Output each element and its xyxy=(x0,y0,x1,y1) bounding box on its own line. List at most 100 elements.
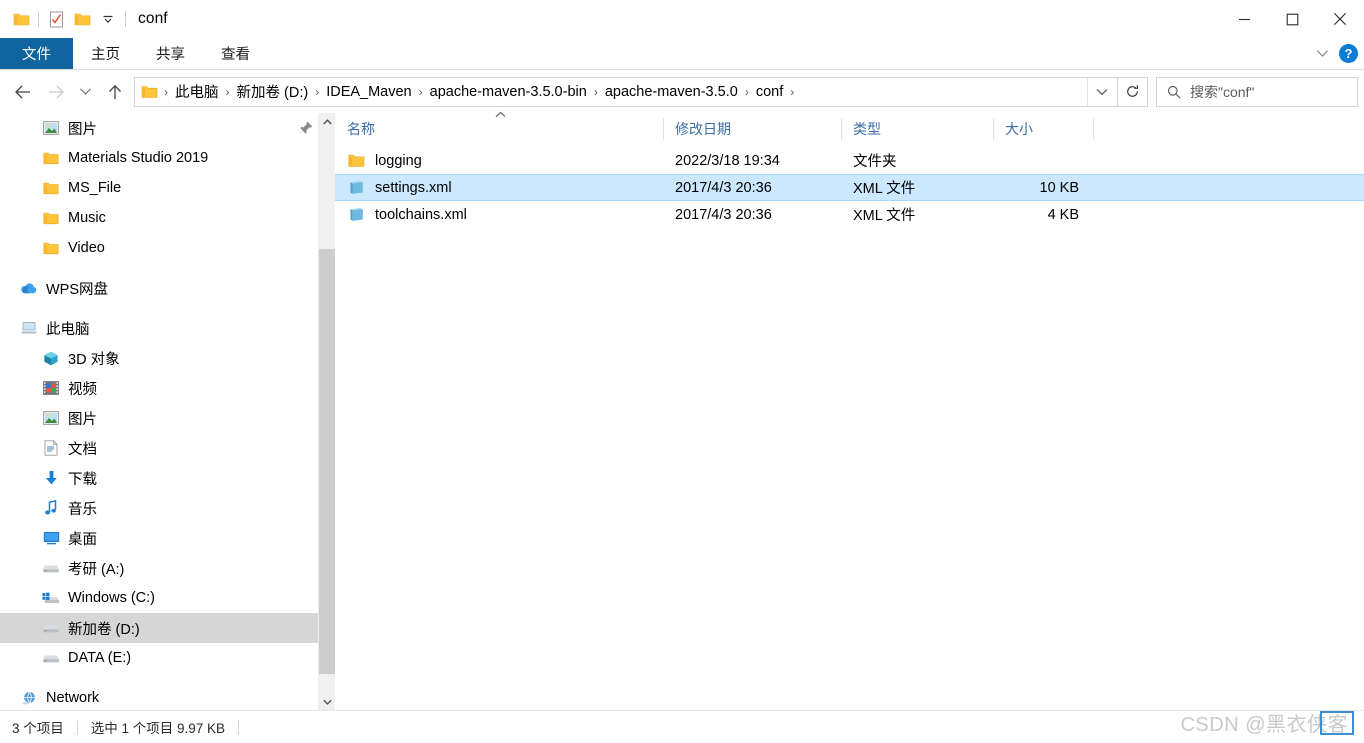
sidebar-item-desktop[interactable]: 桌面 xyxy=(0,523,335,553)
sidebar-item-drive-d[interactable]: 新加卷 (D:) xyxy=(0,613,335,643)
address-folder-icon xyxy=(141,84,158,99)
sidebar-item-network[interactable]: Network xyxy=(0,683,335,710)
windows-drive-icon xyxy=(42,589,60,607)
sidebar-item-wps-cloud[interactable]: WPS网盘 xyxy=(0,273,335,303)
nav-group-spacer-3 xyxy=(0,673,335,683)
scroll-down-arrow-icon[interactable] xyxy=(319,693,335,710)
cell-size: 4 KB xyxy=(1047,206,1079,223)
close-button[interactable] xyxy=(1316,0,1364,38)
sidebar-item-drive-a[interactable]: 考研 (A:) xyxy=(0,553,335,583)
sidebar-item-label: Windows (C:) xyxy=(68,590,156,606)
crumb-this-pc[interactable]: 此电脑 xyxy=(172,81,222,102)
documents-icon xyxy=(42,439,60,457)
sidebar-item-documents[interactable]: 文档 xyxy=(0,433,335,463)
address-dropdown-icon[interactable] xyxy=(1087,77,1115,106)
new-folder-icon[interactable] xyxy=(69,6,95,32)
back-button[interactable] xyxy=(6,76,39,108)
sidebar-item-pictures[interactable]: 图片 xyxy=(0,403,335,433)
quick-access-toolbar xyxy=(0,6,130,32)
file-name-label: toolchains.xml xyxy=(375,206,467,223)
breadcrumb: › 此电脑 › 新加卷 (D:) › IDEA_Maven › apache-m… xyxy=(160,81,1087,102)
folder-icon xyxy=(42,209,60,227)
sidebar-item-label: 文档 xyxy=(68,441,97,458)
minimize-button[interactable] xyxy=(1220,0,1268,38)
sidebar-item-label: Video xyxy=(68,240,105,256)
tab-share[interactable]: 共享 xyxy=(138,38,203,69)
sidebar-item-drive-c[interactable]: Windows (C:) xyxy=(0,583,335,613)
crumb-maven[interactable]: apache-maven-3.5.0 xyxy=(602,84,741,100)
scrollbar-thumb[interactable] xyxy=(319,249,335,674)
cell-name: settings.xml xyxy=(335,175,663,200)
window-title: conf xyxy=(138,10,168,27)
sidebar-item-3d-objects[interactable]: 3D 对象 xyxy=(0,343,335,373)
cell-date: 2022/3/18 19:34 xyxy=(675,152,780,169)
sidebar-item-this-pc[interactable]: 此电脑 xyxy=(0,313,335,343)
column-header-name[interactable]: 名称 xyxy=(335,111,663,145)
3d-objects-icon xyxy=(42,349,60,367)
tab-file[interactable]: 文件 xyxy=(0,38,73,69)
crumb-drive-d[interactable]: 新加卷 (D:) xyxy=(234,81,312,102)
downloads-icon xyxy=(42,469,60,487)
up-button[interactable] xyxy=(98,76,131,108)
cell-type: XML 文件 xyxy=(853,208,916,224)
tab-view[interactable]: 查看 xyxy=(203,38,268,69)
folder-icon[interactable] xyxy=(8,6,34,32)
sidebar-item-label: 新加卷 (D:) xyxy=(68,621,140,638)
recent-locations-button[interactable] xyxy=(72,76,98,108)
maximize-button[interactable] xyxy=(1268,0,1316,38)
search-box[interactable]: 搜索"conf" xyxy=(1156,76,1358,107)
crumb-conf[interactable]: conf xyxy=(753,84,786,100)
sidebar-item-ms-file[interactable]: MS_File xyxy=(0,173,335,203)
sidebar-item-music-quick[interactable]: Music xyxy=(0,203,335,233)
ribbon-tabs: 文件 主页 共享 查看 ? xyxy=(0,38,1364,69)
search-input[interactable]: 搜索"conf" xyxy=(1190,82,1254,102)
xml-file-icon xyxy=(347,179,365,197)
network-icon xyxy=(20,689,38,707)
toolbar-separator-2 xyxy=(125,11,126,27)
column-header-type[interactable]: 类型 xyxy=(841,113,993,145)
refresh-button[interactable] xyxy=(1118,76,1148,107)
sidebar-item-label: 图片 xyxy=(68,121,97,138)
crumb-sep-6: › xyxy=(790,84,795,99)
cell-date: 2017/4/3 20:36 xyxy=(675,206,772,223)
sidebar-item-music[interactable]: 音乐 xyxy=(0,493,335,523)
tab-home[interactable]: 主页 xyxy=(73,38,138,69)
file-name-label: logging xyxy=(375,152,422,169)
table-row[interactable]: logging 2022/3/18 19:34 文件夹 xyxy=(335,147,1364,174)
column-header-end-divider xyxy=(1093,117,1094,140)
sidebar-item-pictures-quick[interactable]: 图片 xyxy=(0,113,335,143)
scroll-up-arrow-icon[interactable] xyxy=(319,113,335,130)
sidebar-item-downloads[interactable]: 下载 xyxy=(0,463,335,493)
help-button[interactable]: ? xyxy=(1339,44,1358,63)
sidebar-item-label: 考研 (A:) xyxy=(68,561,125,578)
sidebar-item-label: DATA (E:) xyxy=(68,650,132,666)
crumb-maven-bin[interactable]: apache-maven-3.5.0-bin xyxy=(427,84,590,100)
sidebar-item-video-quick[interactable]: Video xyxy=(0,233,335,263)
forward-button[interactable] xyxy=(39,76,72,108)
sidebar-item-materials-studio[interactable]: Materials Studio 2019 xyxy=(0,143,335,173)
ribbon-right-controls: ? xyxy=(1316,38,1358,69)
videos-icon xyxy=(42,379,60,397)
column-header-name-label: 名称 xyxy=(347,120,375,137)
customize-dropdown-icon[interactable] xyxy=(95,6,121,32)
breadcrumb-bar[interactable]: › 此电脑 › 新加卷 (D:) › IDEA_Maven › apache-m… xyxy=(134,76,1118,107)
properties-icon[interactable] xyxy=(43,6,69,32)
status-bar: 3 个项目 选中 1 个项目 9.97 KB CSDN @黑衣侠客 xyxy=(0,710,1364,743)
status-item-count: 3 个项目 xyxy=(12,721,64,736)
drive-icon xyxy=(42,559,60,577)
table-row[interactable]: settings.xml 2017/4/3 20:36 XML 文件 10 KB xyxy=(335,174,1364,201)
column-header-size[interactable]: 大小 xyxy=(993,113,1093,145)
pin-icon[interactable] xyxy=(299,121,313,140)
nav-list: 图片 Materials Studio 2019 MS_File Music V… xyxy=(0,113,335,710)
crumb-idea-maven[interactable]: IDEA_Maven xyxy=(323,84,414,100)
column-header-date[interactable]: 修改日期 xyxy=(663,113,841,145)
folder-icon xyxy=(42,149,60,167)
folder-icon xyxy=(347,152,365,170)
table-row[interactable]: toolchains.xml 2017/4/3 20:36 XML 文件 4 K… xyxy=(335,201,1364,228)
expand-ribbon-chevron-icon[interactable] xyxy=(1316,45,1329,63)
crumb-sep-1: › xyxy=(225,84,230,99)
sidebar-item-videos[interactable]: 视频 xyxy=(0,373,335,403)
drive-icon xyxy=(42,649,60,667)
sidebar-scrollbar[interactable] xyxy=(318,113,335,710)
sidebar-item-drive-e[interactable]: DATA (E:) xyxy=(0,643,335,673)
